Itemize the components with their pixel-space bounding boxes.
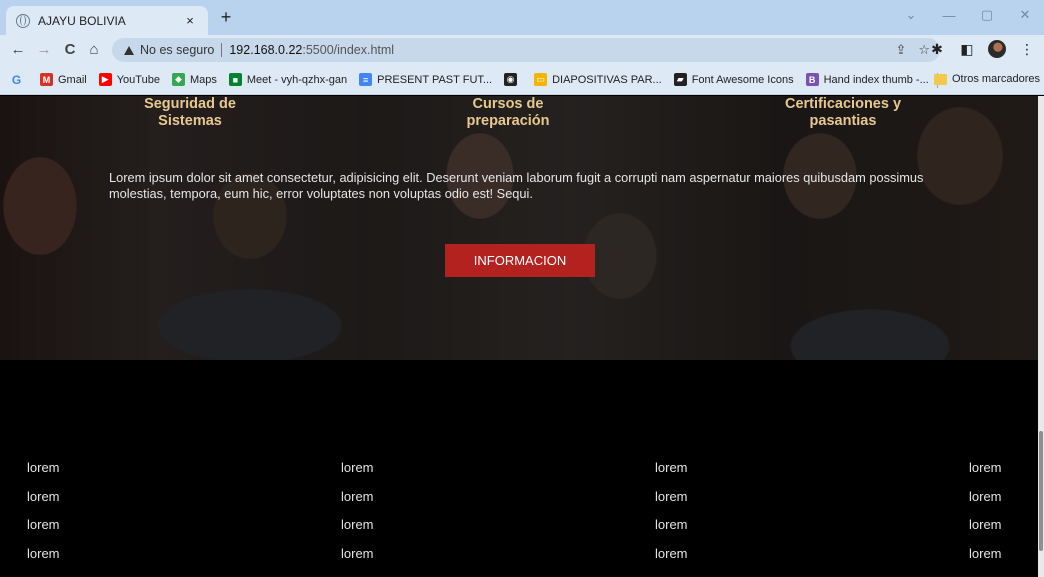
bookmark-label: Meet - vyh-qzhx-gan <box>246 73 348 86</box>
tab-strip: AJAYU BOLIVIA × + ⌄ — ▢ ✕ <box>0 0 1044 35</box>
bookmark-label: Font Awesome Icons <box>691 73 794 86</box>
footer-link[interactable]: lorem <box>969 546 1002 575</box>
footer-column: lorem lorem lorem lorem <box>341 460 374 574</box>
footer-column: lorem lorem lorem lorem <box>655 460 688 574</box>
address-bar[interactable]: No es seguro 192.168.0.22 :5500/index.ht… <box>112 38 940 62</box>
scroll-thumb[interactable] <box>1039 431 1043 551</box>
fontawesome-icon: ▰ <box>673 73 687 86</box>
docs-icon: ≡ <box>359 73 373 86</box>
minimize-icon[interactable]: — <box>930 0 968 30</box>
browser-toolbar: ← → C ⌂ No es seguro 192.168.0.22 :5500/… <box>0 35 1044 65</box>
slides-icon: ▭ <box>534 73 548 86</box>
bookmark-item[interactable]: ≡ PRESENT PAST FUT... <box>359 73 492 86</box>
page-viewport: Seguridad de Sistemas Cursos de preparac… <box>0 96 1038 577</box>
hero-description: Lorem ipsum dolor sit amet consectetur, … <box>109 170 924 201</box>
service-title: Seguridad de Sistemas <box>144 96 236 129</box>
bookmark-item[interactable]: ▶ YouTube <box>98 73 160 86</box>
forward-icon[interactable]: → <box>34 40 54 60</box>
footer-link[interactable]: lorem <box>341 460 374 489</box>
bookmark-item[interactable]: ⬥ Maps <box>171 73 217 86</box>
profile-avatar[interactable] <box>988 40 1006 58</box>
service-title: Cursos de preparación <box>466 96 550 129</box>
footer-link[interactable]: lorem <box>969 517 1002 546</box>
bookmark-label: Gmail <box>58 73 87 86</box>
google-bookmark[interactable]: G <box>10 72 28 87</box>
extensions-icon[interactable]: ✱ <box>928 40 946 58</box>
footer-link[interactable]: lorem <box>655 546 688 575</box>
footer-link[interactable]: lorem <box>655 517 688 546</box>
bookmark-label: DIAPOSITIVAS PAR... <box>552 73 662 86</box>
bookmark-label: Hand index thumb -... <box>823 73 929 86</box>
google-icon: G <box>11 72 22 87</box>
close-tab-icon[interactable]: × <box>182 13 198 28</box>
tab-search-icon[interactable]: ⌄ <box>892 0 930 30</box>
other-bookmarks[interactable]: Otros marcadores <box>933 73 1040 85</box>
menu-icon[interactable]: ⋮ <box>1018 40 1036 58</box>
home-icon[interactable]: ⌂ <box>84 40 104 60</box>
url-host: 192.168.0.22 <box>229 43 303 57</box>
footer-link[interactable]: lorem <box>655 489 688 518</box>
divider <box>221 43 223 57</box>
back-icon[interactable]: ← <box>8 40 28 60</box>
close-window-icon[interactable]: ✕ <box>1006 0 1044 30</box>
footer-link[interactable]: lorem <box>969 460 1002 489</box>
bookmarks-bar: G M Gmail ▶ YouTube ⬥ Maps ■ Meet - vyh-qzhx-ga… <box>0 65 1044 95</box>
bookmark-item[interactable]: B Hand index thumb -... <box>805 73 929 86</box>
tab-title: AJAYU BOLIVIA <box>38 13 126 28</box>
footer-link[interactable]: lorem <box>27 517 60 546</box>
browser-tab[interactable]: AJAYU BOLIVIA × <box>6 6 208 35</box>
footer-column: lorem lorem lorem lorem <box>27 460 60 574</box>
bookmark-item[interactable]: ▭ DIAPOSITIVAS PAR... <box>534 73 662 86</box>
service-title: Certificaciones y pasantias <box>784 96 902 129</box>
footer-link[interactable]: lorem <box>27 489 60 518</box>
side-panel-icon[interactable]: ◧ <box>958 40 976 58</box>
globe-icon: ◉ <box>504 73 518 86</box>
informacion-button[interactable]: INFORMACION <box>445 244 595 277</box>
footer-link[interactable]: lorem <box>27 460 60 489</box>
warning-icon <box>124 45 134 55</box>
youtube-icon: ▶ <box>98 73 112 86</box>
gmail-icon: M <box>40 73 53 86</box>
footer-link[interactable]: lorem <box>27 546 60 575</box>
restore-icon[interactable]: ▢ <box>968 0 1006 30</box>
bookmark-item[interactable]: M Gmail <box>40 73 87 86</box>
footer-link[interactable]: lorem <box>341 517 374 546</box>
bookmark-item[interactable]: ■ Meet - vyh-qzhx-gan <box>228 73 348 86</box>
page-scrollbar[interactable] <box>1038 96 1044 577</box>
reload-icon[interactable]: C <box>60 40 80 60</box>
maps-icon: ⬥ <box>171 73 185 86</box>
share-icon[interactable]: ⇪ <box>895 42 906 58</box>
bookmark-item[interactable]: ◉ <box>504 73 522 86</box>
new-tab-button[interactable]: + <box>216 7 236 27</box>
globe-icon <box>16 13 30 28</box>
bookmark-label: PRESENT PAST FUT... <box>377 73 493 86</box>
footer-link[interactable]: lorem <box>655 460 688 489</box>
footer-column: lorem lorem lorem lorem <box>969 460 1002 574</box>
bookmark-label: Maps <box>189 73 217 86</box>
security-label[interactable]: No es seguro <box>140 43 214 57</box>
bookmark-item[interactable]: ▰ Font Awesome Icons <box>673 73 794 86</box>
footer-link[interactable]: lorem <box>341 489 374 518</box>
folder-icon <box>933 73 947 85</box>
footer-link[interactable]: lorem <box>341 546 374 575</box>
hero-section <box>0 96 1038 360</box>
other-bookmarks-label: Otros marcadores <box>951 73 1040 85</box>
meet-icon: ■ <box>228 73 242 86</box>
url-path: :5500/index.html <box>302 43 395 57</box>
bootstrap-icon: B <box>805 73 819 86</box>
footer-link[interactable]: lorem <box>969 489 1002 518</box>
window-controls: ⌄ — ▢ ✕ <box>892 0 1044 30</box>
bookmark-label: YouTube <box>116 73 160 86</box>
